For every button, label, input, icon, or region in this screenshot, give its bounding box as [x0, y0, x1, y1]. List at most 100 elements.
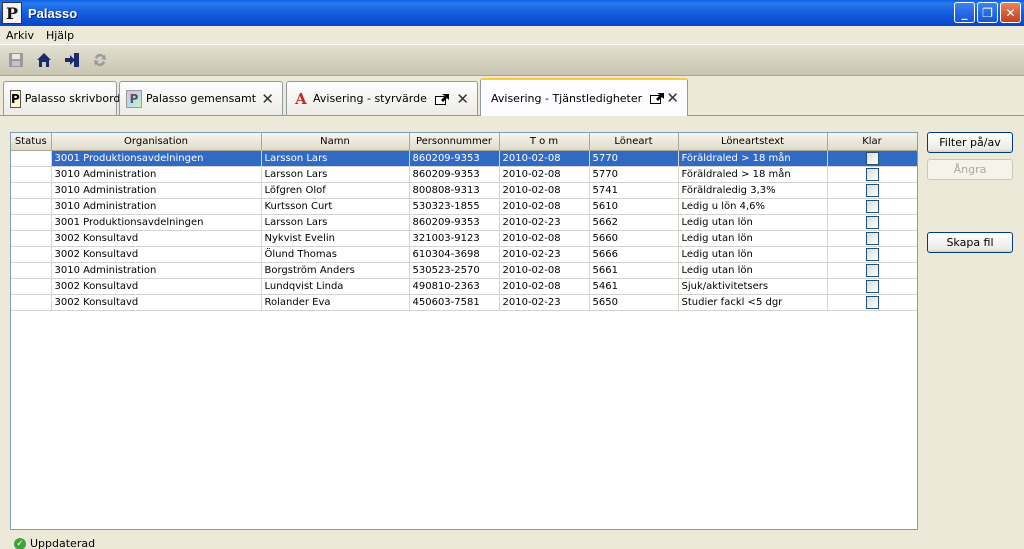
create-file-button[interactable]: Skapa fil — [927, 232, 1013, 253]
undo-button[interactable]: Ångra — [927, 159, 1013, 180]
close-tab-icon[interactable]: ✕ — [261, 90, 274, 108]
table-cell: 2010-02-08 — [499, 278, 590, 295]
table-row[interactable]: 3010 Administration Larsson Lars 860209-93… — [11, 166, 917, 183]
table-cell: Larsson Lars — [261, 150, 410, 167]
column-header[interactable]: Organisation — [51, 133, 262, 151]
klar-cell — [827, 214, 917, 231]
column-header[interactable]: Löneart — [589, 133, 679, 151]
filter-toggle-button[interactable]: Filter på/av — [927, 132, 1013, 153]
table-cell: 5461 — [589, 278, 679, 295]
tab-strip: P Palasso skrivbord P Palasso gemensamt … — [0, 76, 1024, 116]
table-cell: 2010-02-23 — [499, 294, 590, 311]
detach-icon[interactable] — [434, 93, 450, 105]
detach-icon[interactable] — [650, 92, 665, 104]
table-cell: 3001 Produktionsavdelningen — [51, 150, 262, 167]
klar-checkbox[interactable] — [865, 263, 879, 277]
table-cell: 2010-02-23 — [499, 214, 590, 231]
table-cell: 3002 Konsultavd — [51, 246, 262, 263]
tab-label: Palasso skrivbord — [24, 92, 121, 105]
table-row[interactable]: 3010 Administration Borgström Anders 53052… — [11, 262, 917, 279]
tab-palasso-gemensamt[interactable]: P Palasso gemensamt ✕ — [119, 81, 283, 115]
table-row[interactable]: 3002 Konsultavd Nykvist Evelin 321003-9123… — [11, 230, 917, 247]
restore-button[interactable]: ❐ — [977, 2, 998, 23]
column-header[interactable]: Löneartstext — [678, 133, 828, 151]
klar-checkbox[interactable] — [865, 215, 879, 229]
table-cell: Föräldraled > 18 mån — [678, 166, 828, 183]
refresh-button[interactable] — [90, 50, 110, 70]
klar-checkbox[interactable] — [865, 231, 879, 245]
toolbar — [0, 44, 1024, 76]
klar-checkbox[interactable] — [865, 279, 879, 293]
close-tab-icon[interactable]: ✕ — [456, 90, 469, 108]
table-cell: Kurtsson Curt — [261, 198, 410, 215]
tab-avisering-styrvarde[interactable]: A Avisering - styrvärde ✕ — [286, 81, 478, 115]
table-cell: Sjuk/aktivitetsers — [678, 278, 828, 295]
status-bar: ✓ Uppdaterad — [14, 537, 95, 549]
close-window-button[interactable]: ✕ — [1000, 2, 1021, 23]
table-cell: 5661 — [589, 262, 679, 279]
klar-checkbox[interactable] — [865, 167, 879, 181]
table-cell: Ledig utan lön — [678, 214, 828, 231]
klar-cell — [827, 182, 917, 199]
tab-palasso-skrivbord[interactable]: P Palasso skrivbord — [3, 81, 120, 115]
table-cell: Nykvist Evelin — [261, 230, 410, 247]
table-cell: 860209-9353 — [409, 214, 500, 231]
restore-icon: ❐ — [982, 5, 993, 20]
close-tab-icon[interactable]: ✕ — [666, 89, 679, 107]
table-cell: Borgström Anders — [261, 262, 410, 279]
klar-cell — [827, 262, 917, 279]
table-cell: 5666 — [589, 246, 679, 263]
table-cell: Föräldraled > 18 mån — [678, 150, 828, 167]
table-cell: Ledig u lön 4,6% — [678, 198, 828, 215]
save-button[interactable] — [6, 50, 26, 70]
tab-avisering-tjanstledigheter[interactable]: Avisering - Tjänstledigheter ✕ — [480, 78, 688, 116]
menu-bar: Arkiv Hjälp — [0, 26, 1024, 44]
klar-checkbox[interactable] — [865, 183, 879, 197]
title-bar: P Palasso _ ❐ ✕ — [0, 0, 1024, 26]
table-cell: 610304-3698 — [409, 246, 500, 263]
column-header[interactable]: Personnummer — [409, 133, 500, 151]
table-cell: 321003-9123 — [409, 230, 500, 247]
table-cell — [11, 230, 52, 247]
table-row[interactable]: 3010 Administration Löfgren Olof 800808-93… — [11, 182, 917, 199]
table-cell: 3010 Administration — [51, 166, 262, 183]
klar-cell — [827, 246, 917, 263]
table-row[interactable]: 3002 Konsultavd Lundqvist Linda 490810-236… — [11, 278, 917, 295]
table-cell: 3002 Konsultavd — [51, 230, 262, 247]
klar-checkbox[interactable] — [865, 199, 879, 213]
table-cell: Larsson Lars — [261, 214, 410, 231]
klar-checkbox[interactable] — [865, 247, 879, 261]
column-header[interactable]: Namn — [261, 133, 410, 151]
table-cell — [11, 198, 52, 215]
table-cell: 530523-2570 — [409, 262, 500, 279]
klar-cell — [827, 294, 917, 311]
table-cell: 2010-02-08 — [499, 198, 590, 215]
menu-arkiv[interactable]: Arkiv — [0, 29, 40, 42]
table-cell: Föräldraledig 3,3% — [678, 182, 828, 199]
table-cell: 2010-02-08 — [499, 182, 590, 199]
minimize-button[interactable]: _ — [954, 2, 975, 23]
column-header[interactable]: Klar — [827, 133, 917, 151]
table-cell: Lundqvist Linda — [261, 278, 410, 295]
table-row[interactable]: 3001 Produktionsavdelningen Larsson Lars 8… — [11, 150, 917, 167]
table-row[interactable]: 3010 Administration Kurtsson Curt 530323-1… — [11, 198, 917, 215]
table-cell: 3010 Administration — [51, 182, 262, 199]
table-row[interactable]: 3001 Produktionsavdelningen Larsson Lars 8… — [11, 214, 917, 231]
aviseringar-table: Status Organisation Namn Personnummer T o mL… — [11, 133, 917, 311]
table-cell: 5610 — [589, 198, 679, 215]
table-cell: Ledig utan lön — [678, 262, 828, 279]
table-row[interactable]: 3002 Konsultavd Ölund Thomas 610304-3698 20… — [11, 246, 917, 263]
home-button[interactable] — [34, 50, 54, 70]
table-header-row: Status Organisation Namn Personnummer T o mL… — [11, 133, 917, 151]
column-header[interactable]: Status — [11, 133, 52, 151]
exit-button[interactable] — [62, 50, 82, 70]
klar-checkbox[interactable] — [865, 151, 879, 165]
menu-hjalp[interactable]: Hjälp — [40, 29, 80, 42]
column-header[interactable]: T o m — [499, 133, 590, 151]
table-row[interactable]: 3002 Konsultavd Rolander Eva 450603-7581 20… — [11, 294, 917, 311]
klar-checkbox[interactable] — [865, 295, 879, 309]
table-cell: Studier fackl <5 dgr — [678, 294, 828, 311]
table-cell: 3010 Administration — [51, 262, 262, 279]
home-icon — [37, 53, 51, 67]
table-cell: Ledig utan lön — [678, 230, 828, 247]
